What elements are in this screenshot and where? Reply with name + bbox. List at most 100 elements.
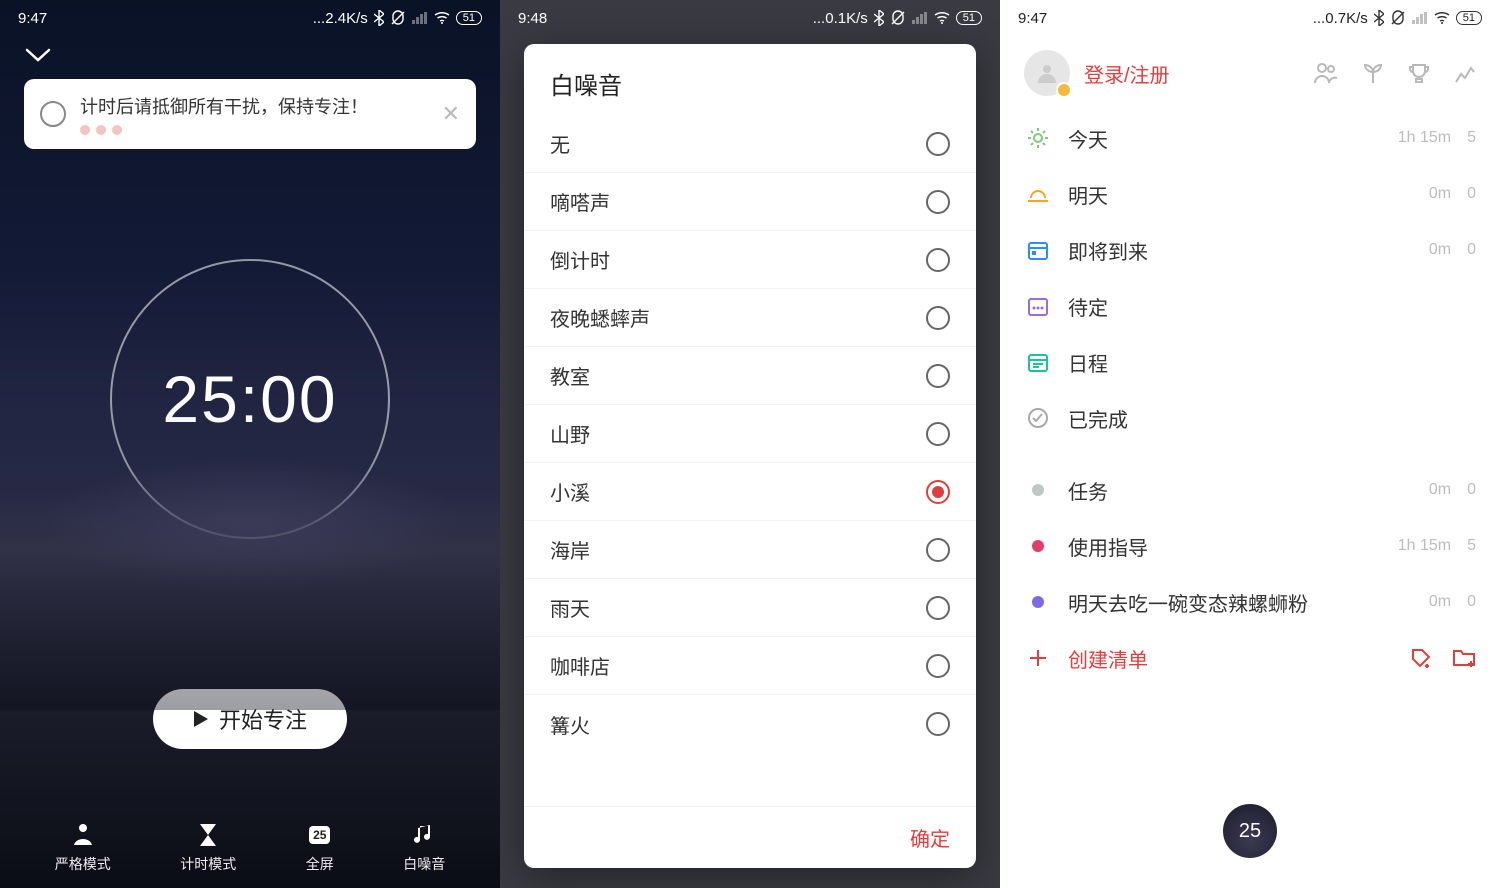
row-label: 明天 <box>1068 180 1429 209</box>
timer-value: 25:00 <box>162 361 337 437</box>
tip-text: 计时后请抵御所有干扰，保持专注！ <box>80 93 428 119</box>
signal-icon <box>1412 12 1428 24</box>
row-meta: 0m0 <box>1429 481 1476 499</box>
smart-list-row[interactable]: 即将到来0m0 <box>1000 222 1500 278</box>
chevron-down-icon[interactable] <box>24 46 52 64</box>
row-label: 今天 <box>1068 124 1398 153</box>
noise-option-label: 倒计时 <box>550 245 610 274</box>
mute-icon <box>1390 10 1406 26</box>
wifi-icon <box>1434 12 1450 24</box>
timer-mode-button[interactable]: 计时模式 <box>180 822 236 874</box>
noise-option-label: 嘀嗒声 <box>550 187 610 216</box>
play-icon <box>193 710 209 728</box>
friends-icon[interactable] <box>1314 62 1338 84</box>
noise-option[interactable]: 小溪 <box>524 463 976 521</box>
meditate-icon <box>70 823 96 847</box>
smart-list-row[interactable]: 待定 <box>1000 278 1500 334</box>
white-noise-button[interactable]: 白噪音 <box>403 822 445 874</box>
timer-circle[interactable]: 25:00 <box>110 259 390 539</box>
music-icon <box>414 823 434 847</box>
bullet-icon <box>1024 532 1052 560</box>
project-row[interactable]: 明天去吃一碗变态辣螺蛳粉0m0 <box>1000 574 1500 630</box>
bottom-toolbar: 严格模式 计时模式 25 全屏 白噪音 <box>0 822 500 874</box>
battery-pct: 51 <box>1456 11 1482 25</box>
radio-icon[interactable] <box>926 480 950 504</box>
noise-option[interactable]: 山野 <box>524 405 976 463</box>
smart-list-row[interactable]: 已完成 <box>1000 390 1500 446</box>
mini-timer-button[interactable]: 25 <box>1223 804 1277 858</box>
calendar-icon <box>1024 236 1052 264</box>
row-label: 使用指导 <box>1068 532 1398 561</box>
status-time: 9:47 <box>1018 10 1047 27</box>
noise-option[interactable]: 倒计时 <box>524 231 976 289</box>
noise-option-label: 教室 <box>550 361 590 390</box>
noise-option[interactable]: 无 <box>524 115 976 173</box>
smart-list-row[interactable]: 日程 <box>1000 334 1500 390</box>
radio-icon[interactable] <box>926 422 950 446</box>
status-time: 9:48 <box>518 10 547 27</box>
smart-list-row[interactable]: 明天0m0 <box>1000 166 1500 222</box>
mute-icon <box>890 10 906 26</box>
row-label: 日程 <box>1068 348 1476 377</box>
status-time: 9:47 <box>18 10 47 27</box>
fullscreen-button[interactable]: 25 全屏 <box>306 822 334 874</box>
smart-list-row[interactable]: 今天1h 15m5 <box>1000 110 1500 166</box>
noise-option-label: 夜晚蟋蟀声 <box>550 303 650 332</box>
avatar-badge <box>1056 82 1072 98</box>
radio-icon[interactable] <box>926 248 950 272</box>
start-focus-button[interactable]: 开始专注 <box>153 689 347 749</box>
noise-option[interactable]: 嘀嗒声 <box>524 173 976 231</box>
sprout-icon[interactable] <box>1362 62 1384 84</box>
mute-icon <box>390 10 406 26</box>
radio-icon[interactable] <box>926 132 950 156</box>
avatar[interactable] <box>1024 50 1070 96</box>
add-folder-icon[interactable] <box>1452 647 1476 667</box>
radio-icon[interactable] <box>926 538 950 562</box>
bullet-icon <box>1024 476 1052 504</box>
strict-mode-label: 严格模式 <box>55 854 111 874</box>
stats-icon[interactable] <box>1454 62 1476 84</box>
user-icon <box>1035 61 1059 85</box>
signal-icon <box>412 12 428 24</box>
noise-option[interactable]: 篝火 <box>524 695 976 753</box>
noise-option[interactable]: 咖啡店 <box>524 637 976 695</box>
radio-icon[interactable] <box>926 364 950 388</box>
status-bar: 9:47 ...2.4K/s 51 <box>0 0 500 36</box>
status-netspeed: ...2.4K/s <box>313 10 368 27</box>
radio-icon[interactable] <box>926 306 950 330</box>
create-list-label: 创建清单 <box>1068 644 1410 673</box>
project-row[interactable]: 任务0m0 <box>1000 462 1500 518</box>
check-icon <box>1024 404 1052 432</box>
row-label: 明天去吃一碗变态辣螺蛳粉 <box>1068 588 1429 617</box>
bluetooth-icon <box>1374 10 1384 26</box>
radio-icon[interactable] <box>926 190 950 214</box>
tip-checkbox[interactable] <box>40 101 66 127</box>
confirm-button[interactable]: 确定 <box>910 829 950 851</box>
noise-option[interactable]: 夜晚蟋蟀声 <box>524 289 976 347</box>
signal-icon <box>912 12 928 24</box>
add-tag-icon[interactable] <box>1410 647 1432 669</box>
project-row[interactable]: 使用指导1h 15m5 <box>1000 518 1500 574</box>
status-netspeed: ...0.1K/s <box>813 10 868 27</box>
hourglass-icon <box>199 823 217 847</box>
login-link[interactable]: 登录/注册 <box>1084 59 1170 88</box>
radio-icon[interactable] <box>926 596 950 620</box>
fullscreen-label: 全屏 <box>306 854 334 874</box>
mini-timer-value: 25 <box>1239 820 1261 843</box>
create-list-row[interactable]: 创建清单 <box>1000 630 1500 686</box>
radio-icon[interactable] <box>926 712 950 736</box>
noise-option[interactable]: 海岸 <box>524 521 976 579</box>
trophy-icon[interactable] <box>1408 62 1430 84</box>
row-meta: 0m0 <box>1429 185 1476 203</box>
start-label: 开始专注 <box>219 703 307 735</box>
noise-option-label: 篝火 <box>550 710 590 739</box>
schedule-icon <box>1024 348 1052 376</box>
noise-option[interactable]: 雨天 <box>524 579 976 637</box>
noise-option[interactable]: 教室 <box>524 347 976 405</box>
radio-icon[interactable] <box>926 654 950 678</box>
close-icon[interactable]: ✕ <box>442 101 460 127</box>
battery-pct: 51 <box>956 11 982 25</box>
row-label: 即将到来 <box>1068 236 1429 265</box>
battery-pct: 51 <box>456 11 482 25</box>
strict-mode-button[interactable]: 严格模式 <box>55 822 111 874</box>
